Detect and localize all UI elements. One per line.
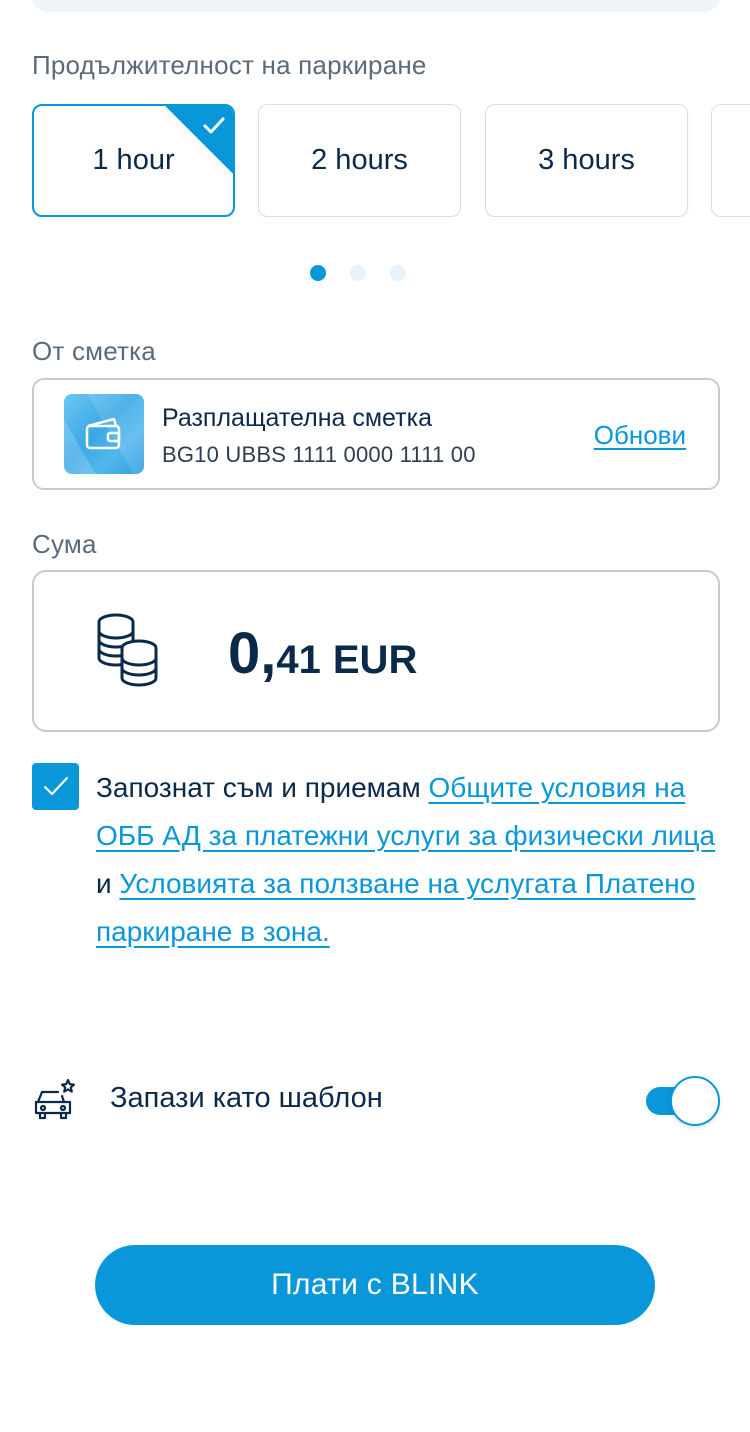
check-icon (43, 776, 68, 795)
account-name: Разплащателна сметка (162, 404, 432, 432)
carousel-pager (310, 265, 406, 281)
save-template-label: Запази като шаблон (110, 1082, 383, 1114)
account-tile (64, 394, 144, 474)
terms-prefix: Запознат съм и приемам (96, 772, 429, 803)
toggle-knob (670, 1076, 720, 1126)
save-template-toggle[interactable] (646, 1076, 720, 1126)
amount-value: 0, 41 EUR (228, 620, 417, 687)
coins-icon (97, 613, 158, 687)
parking-payment-screen: Продължителност на паркиране 1 hour 2 ho… (0, 0, 750, 1432)
amount-decimal: 41 (276, 638, 321, 682)
duration-option-1-hour[interactable]: 1 hour (32, 104, 235, 217)
duration-option-3-hours[interactable]: 3 hours (485, 104, 688, 217)
car-star-icon (34, 1078, 76, 1120)
duration-label: Продължителност на паркиране (32, 50, 427, 80)
amount-box: 0, 41 EUR (32, 570, 720, 732)
wallet-icon (85, 417, 121, 450)
refresh-account-link[interactable]: Обнови (594, 420, 686, 451)
terms-checkbox[interactable] (32, 763, 79, 810)
terms-text: Запознат съм и приемам Общите условия на… (96, 764, 716, 956)
previous-field[interactable] (32, 0, 720, 12)
duration-option-next[interactable] (711, 104, 750, 217)
amount-label: Сума (32, 529, 97, 559)
duration-option-label: 3 hours (538, 144, 635, 176)
duration-option-label: 2 hours (311, 144, 408, 176)
amount-currency: EUR (332, 638, 418, 682)
from-account-label: От сметка (32, 336, 156, 366)
check-icon (203, 117, 225, 134)
pager-dot-active[interactable] (310, 265, 326, 281)
terms-conjunction: и (96, 868, 120, 899)
account-iban: BG10 UBBS 1111 0000 1111 00 (162, 442, 476, 467)
pager-dot[interactable] (350, 265, 366, 281)
service-terms-link[interactable]: Условията за ползване на услугата Платен… (96, 868, 695, 947)
selected-corner (164, 106, 233, 175)
amount-integer: 0, (228, 621, 277, 686)
duration-carousel[interactable]: 1 hour 2 hours 3 hours (32, 104, 750, 217)
pay-with-blink-button[interactable]: Плати с BLINK (95, 1245, 655, 1325)
duration-option-2-hours[interactable]: 2 hours (258, 104, 461, 217)
pager-dot[interactable] (390, 265, 406, 281)
duration-option-label: 1 hour (92, 144, 175, 176)
account-selector[interactable]: Разплащателна сметка BG10 UBBS 1111 0000… (32, 378, 720, 490)
